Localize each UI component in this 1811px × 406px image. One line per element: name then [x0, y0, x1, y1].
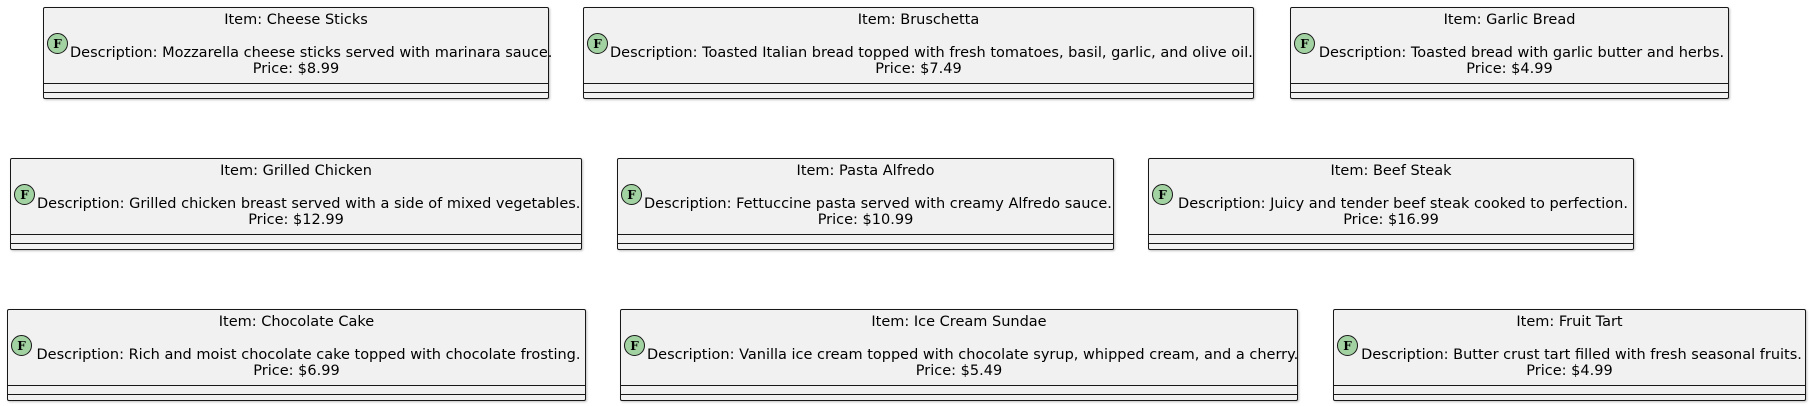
f-class-icon: F: [587, 33, 608, 54]
item-node-cheese-sticks: Item: Cheese Sticks F Description: Mozza…: [43, 7, 552, 101]
item-price: Price: $4.99: [1466, 61, 1553, 77]
item-fields-section: [8, 386, 585, 395]
item-price: Price: $8.99: [252, 61, 340, 77]
item-fields-section: [1149, 235, 1633, 244]
item-price: Price: $5.49: [915, 363, 1003, 379]
item-price: Price: $7.49: [875, 61, 962, 77]
item-node-header: Item: Garlic Bread F Description: Toaste…: [1291, 8, 1728, 84]
item-price: Price: $12.99: [248, 212, 344, 228]
item-node-ice-cream-sundae: Item: Ice Cream Sundae F Description: Va…: [620, 309, 1298, 401]
item-node-fruit-tart: Item: Fruit Tart F Description: Butter c…: [1333, 309, 1806, 401]
f-class-icon: F: [11, 335, 32, 356]
f-class-icon: F: [624, 335, 645, 356]
item-title: Item: Garlic Bread: [1443, 12, 1576, 28]
item-methods-section: [8, 395, 585, 403]
item-node-header: Item: Beef Steak F Description: Juicy an…: [1149, 159, 1633, 235]
item-node-garlic-bread: Item: Garlic Bread F Description: Toaste…: [1290, 7, 1729, 99]
f-class-icon: F: [47, 33, 68, 54]
item-methods-section: [621, 395, 1297, 403]
item-methods-section: [44, 93, 548, 101]
item-methods-section: [618, 244, 1113, 252]
item-fields-section: [1291, 84, 1728, 93]
item-fields-section: [44, 84, 548, 93]
item-methods-section: [1334, 395, 1805, 403]
item-methods-section: [584, 93, 1253, 101]
item-node-header: Item: Ice Cream Sundae F Description: Va…: [621, 310, 1298, 386]
item-fields-section: [621, 386, 1297, 395]
item-node-pasta-alfredo: Item: Pasta Alfredo F Description: Fettu…: [617, 158, 1114, 250]
item-price: Price: $16.99: [1343, 212, 1439, 228]
item-node-beef-steak: Item: Beef Steak F Description: Juicy an…: [1148, 158, 1634, 250]
item-node-bruschetta: Item: Bruschetta F Description: Toasted …: [583, 7, 1254, 99]
item-fields-section: [618, 235, 1113, 244]
f-class-icon: F: [1152, 184, 1173, 205]
item-methods-section: [1149, 244, 1633, 252]
item-node-header: Item: Pasta Alfredo F Description: Fettu…: [618, 159, 1113, 235]
item-title: Item: Chocolate Cake: [218, 314, 375, 330]
item-node-chocolate-cake: Item: Chocolate Cake F Description: Rich…: [7, 309, 586, 401]
item-node-header: Item: Fruit Tart F Description: Butter c…: [1334, 310, 1805, 386]
f-class-icon: F: [14, 184, 35, 205]
item-methods-section: [1291, 93, 1728, 101]
item-title: Item: Pasta Alfredo: [796, 163, 935, 179]
item-title: Item: Beef Steak: [1330, 163, 1452, 179]
item-node-grilled-chicken: Item: Grilled Chicken F Description: Gri…: [10, 158, 582, 250]
f-class-icon: F: [1337, 335, 1358, 356]
item-price: Price: $6.99: [253, 363, 340, 379]
item-title: Item: Ice Cream Sundae: [871, 314, 1047, 330]
f-class-icon: F: [1294, 33, 1315, 54]
item-price: Price: $4.99: [1526, 363, 1613, 379]
item-fields-section: [584, 84, 1253, 93]
item-node-header: Item: Chocolate Cake F Description: Rich…: [8, 310, 585, 386]
item-fields-section: [11, 235, 581, 244]
item-fields-section: [1334, 386, 1805, 395]
item-methods-section: [11, 244, 581, 252]
item-node-header: Item: Grilled Chicken F Description: Gri…: [11, 159, 581, 235]
item-node-header: Item: Cheese Sticks F Description: Mozza…: [44, 8, 552, 84]
item-price: Price: $10.99: [817, 212, 914, 228]
item-title: Item: Fruit Tart: [1516, 314, 1623, 330]
f-class-icon: F: [621, 184, 642, 205]
item-title: Item: Grilled Chicken: [220, 163, 372, 179]
item-node-header: Item: Bruschetta F Description: Toasted …: [584, 8, 1253, 84]
item-title: Item: Cheese Sticks: [224, 12, 368, 28]
item-title: Item: Bruschetta: [857, 12, 980, 28]
